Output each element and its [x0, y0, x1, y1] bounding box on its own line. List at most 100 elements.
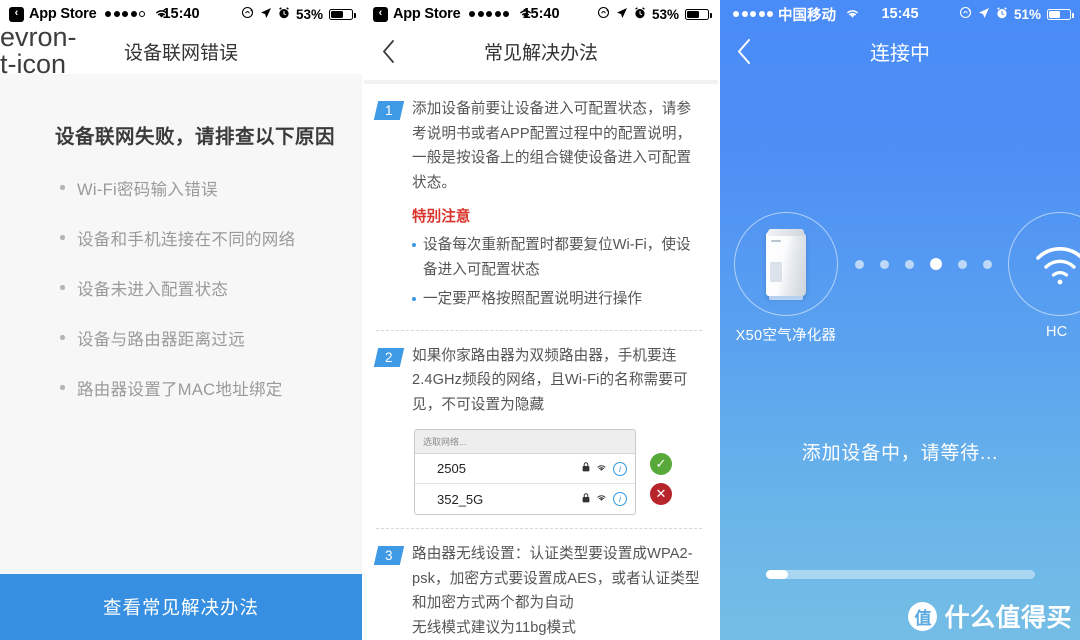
error-heading: 设备联网失败，请排查以下原因: [55, 126, 336, 148]
device-label: X50空气净化器: [735, 328, 837, 344]
wifi-row-meta: i: [582, 492, 627, 506]
watermark-badge-icon: 值: [908, 601, 938, 631]
list-item: 设备和手机连接在不同的网络: [60, 226, 362, 250]
location-arrow-icon: [616, 7, 628, 22]
step-text: 如果你家路由器为双频路由器，手机要连2.4GHz频段的网络，且Wi-Fi的名称需…: [412, 347, 688, 413]
signal-dots-panel1: [105, 11, 146, 17]
connection-dot-active: [929, 258, 942, 270]
wifi-icon: [596, 493, 607, 505]
page-title: 连接中: [870, 42, 930, 65]
connection-dot: [904, 259, 914, 269]
connection-diagram: X50空气净化器 HC: [720, 212, 1080, 344]
status-bar-left: 中国移动: [729, 4, 860, 25]
connection-dot: [879, 259, 889, 269]
error-content: 设备联网失败，请排查以下原因 Wi-Fi密码输入错误 设备和手机连接在不同的网络…: [0, 74, 362, 640]
wifi-validity-marks: ✓ ✕: [650, 429, 672, 505]
connecting-status-text: 添加设备中，请等待...: [801, 443, 999, 464]
wifi-icon: [1032, 242, 1080, 286]
wifi-picker-illustration: 选取网络... 2505 i 352_5G i ✓ ✕: [364, 417, 718, 515]
watermark: 值 什么值得买: [908, 598, 1072, 634]
status-bar-right: 53%: [597, 6, 712, 22]
battery-icon: [329, 8, 356, 20]
wifi-icon: [154, 6, 169, 22]
alarm-clock-icon: [634, 6, 646, 22]
info-icon[interactable]: i: [613, 461, 627, 476]
wifi-ssid: 352_5G: [437, 491, 484, 507]
status-bar-right: 51%: [959, 6, 1074, 22]
router-label: HC: [1046, 324, 1068, 340]
battery-icon: [685, 8, 712, 20]
signal-dots-panel3: [733, 11, 773, 17]
step-body: 路由器无线设置：认证类型要设置成WPA2-psk，加密方式要设置成AES，或者认…: [412, 542, 702, 640]
wifi-row[interactable]: 2505 i: [415, 454, 635, 484]
wifi-network-list: 选取网络... 2505 i 352_5G i: [414, 429, 636, 515]
list-item: 设备每次重新配置时都要复位Wi-Fi，使设备进入可配置状态: [412, 233, 702, 282]
wifi-row-meta: i: [582, 461, 627, 476]
back-button[interactable]: [364, 28, 412, 74]
router-node: HC: [1008, 212, 1080, 340]
rotation-lock-icon: [241, 6, 254, 22]
status-bar-panel2: ‹ App Store 15:40 53%: [364, 0, 718, 28]
carrier-name: 中国移动: [778, 7, 836, 24]
nav-bar-panel2: 常见解决办法: [364, 28, 718, 74]
list-item: 路由器设置了MAC地址绑定: [60, 376, 362, 400]
wifi-ssid: 2505: [437, 461, 466, 476]
battery-percent-label: 53%: [295, 6, 323, 22]
connection-dot: [982, 259, 992, 269]
back-button[interactable]: [720, 28, 768, 74]
panel-common-solutions: ‹ App Store 15:40 53% 常见解决办法 1 添加设备前要让设备…: [364, 0, 720, 640]
wifi-icon: [845, 6, 860, 22]
special-notice-list: 设备每次重新配置时都要复位Wi-Fi，使设备进入可配置状态 一定要严格按照配置说…: [412, 233, 702, 312]
connection-dot: [957, 259, 967, 269]
step-number-badge: 1: [373, 101, 405, 120]
battery-icon: [1047, 8, 1074, 20]
wifi-icon: [518, 6, 533, 22]
location-arrow-icon: [978, 7, 990, 22]
screenshot-root: ‹ App Store 15:40 53% evron- t-icon 设备联网…: [0, 0, 1080, 640]
solution-step-3: 3 路由器无线设置：认证类型要设置成WPA2-psk，加密方式要设置成AES，或…: [364, 529, 718, 640]
air-purifier-icon: [766, 229, 806, 300]
wifi-icon: [596, 463, 607, 475]
step-body: 添加设备前要让设备进入可配置状态，请参考说明书或者APP配置过程中的配置说明，一…: [412, 97, 702, 317]
wifi-row[interactable]: 352_5G i: [415, 484, 635, 514]
status-bar-right: 53%: [241, 6, 356, 22]
step-number-badge: 3: [373, 546, 405, 565]
list-item: Wi-Fi密码输入错误: [60, 176, 362, 200]
signal-dots-panel2: [469, 11, 510, 17]
nav-bar-panel1: chevron-left-icon 设备联网错误: [0, 24, 362, 78]
step-number-badge: 2: [373, 347, 405, 367]
status-bar-app-name: App Store: [29, 6, 97, 22]
alarm-clock-icon: [996, 6, 1008, 22]
solutions-content: 1 添加设备前要让设备进入可配置状态，请参考说明书或者APP配置过程中的配置说明…: [364, 74, 718, 640]
info-icon[interactable]: i: [613, 492, 627, 506]
wifi-picker-header: 选取网络...: [415, 430, 635, 454]
solution-step-2: 2 如果你家路由器为双频路由器，手机要连2.4GHz频段的网络，且Wi-Fi的名…: [364, 331, 718, 418]
progress-bar-track: [766, 570, 1035, 579]
cross-icon: ✕: [650, 483, 672, 505]
progress-bar-fill: [766, 570, 788, 579]
list-item: 设备未进入配置状态: [60, 276, 362, 300]
nav-bar-panel3: 连接中: [720, 28, 1080, 74]
status-bar-panel3: 中国移动 15:45 51%: [720, 0, 1080, 28]
step-body: 如果你家路由器为双频路由器，手机要连2.4GHz频段的网络，且Wi-Fi的名称需…: [412, 344, 702, 418]
page-title: 常见解决办法: [483, 42, 598, 64]
list-item: 一定要严格按照配置说明进行操作: [412, 287, 702, 312]
check-icon: ✓: [650, 453, 672, 475]
status-bar-app-name: App Store: [393, 6, 461, 22]
device-node: X50空气净化器: [734, 212, 838, 344]
special-notice-title: 特别注意: [412, 209, 471, 225]
step-text-secondary: 无线模式建议为11bg模式: [412, 619, 577, 636]
list-item: 设备与路由器距离过远: [60, 326, 362, 350]
rotation-lock-icon: [959, 6, 972, 22]
step-text: 添加设备前要让设备进入可配置状态，请参考说明书或者APP配置过程中的配置说明，一…: [412, 101, 692, 191]
back-to-app-icon[interactable]: ‹: [373, 6, 388, 22]
connection-dot: [854, 259, 864, 269]
view-solutions-button[interactable]: 查看常见解决办法: [0, 574, 362, 640]
battery-percent-label: 53%: [651, 6, 679, 22]
connecting-background: 中国移动 15:45 51% 连接中 X50空气净化器 HC 添加设备中，请等待…: [720, 0, 1080, 640]
status-bar-left: ‹ App Store: [373, 6, 533, 22]
battery-percent-label: 51%: [1013, 6, 1041, 22]
back-button[interactable]: chevron-left-icon: [0, 24, 77, 78]
back-to-app-icon[interactable]: ‹: [9, 6, 24, 22]
panel-connecting: 中国移动 15:45 51% 连接中 X50空气净化器 HC 添加设备中，请等待…: [720, 0, 1080, 640]
